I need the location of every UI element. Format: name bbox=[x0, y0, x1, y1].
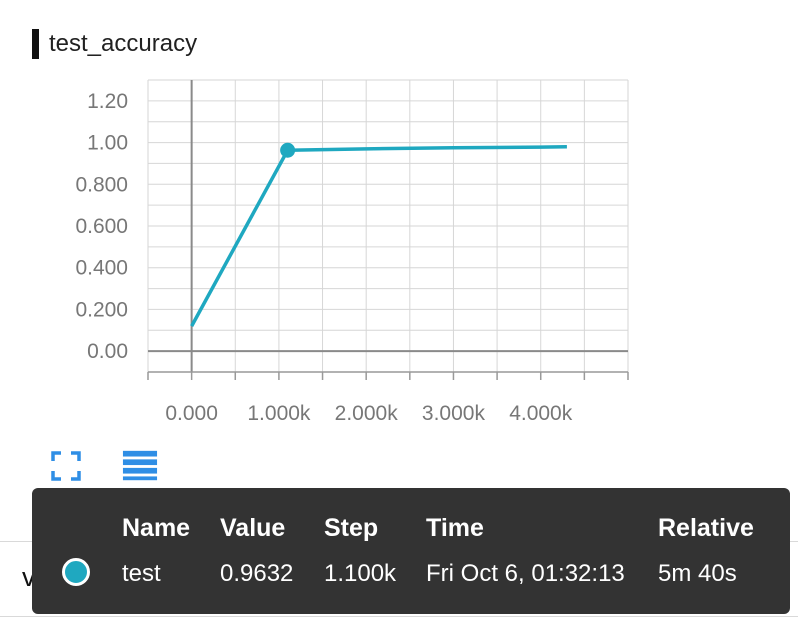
row-name: test bbox=[122, 560, 161, 587]
list-icon bbox=[122, 450, 158, 481]
x-tick-label: 4.000k bbox=[509, 402, 573, 425]
series-line-test bbox=[190, 144, 567, 327]
y-tick-label: 0.600 bbox=[75, 215, 128, 238]
line-chart[interactable]: 0.00 0.200 0.400 0.600 0.800 1.00 1.20 0.000 1.0… bbox=[0, 70, 798, 430]
header-time: Time bbox=[426, 514, 484, 542]
row-step: 1.100k bbox=[324, 560, 397, 587]
value-tooltip: Name Value Step Time Relative test 0.963… bbox=[32, 488, 790, 614]
chart-controls bbox=[48, 448, 158, 484]
y-tick-label: 1.00 bbox=[87, 132, 128, 155]
header-relative: Relative bbox=[658, 514, 754, 542]
fullscreen-icon bbox=[51, 451, 81, 481]
card-header: test_accuracy bbox=[32, 26, 197, 62]
row-time: Fri Oct 6, 01:32:13 bbox=[426, 560, 625, 587]
y-tick-label: 1.20 bbox=[87, 90, 128, 113]
header-name: Name bbox=[122, 514, 191, 542]
fullscreen-button[interactable] bbox=[48, 448, 84, 484]
highlighted-point bbox=[280, 142, 296, 158]
title-accent-bar bbox=[32, 29, 39, 59]
header-value: Value bbox=[220, 514, 286, 542]
y-tick-label: 0.200 bbox=[75, 298, 128, 321]
row-value: 0.9632 bbox=[220, 560, 294, 587]
x-tick-label: 1.000k bbox=[247, 402, 311, 425]
chart-title: test_accuracy bbox=[49, 30, 198, 57]
row-relative: 5m 40s bbox=[658, 560, 737, 587]
series-color-swatch bbox=[62, 558, 90, 586]
y-tick-label: 0.800 bbox=[75, 173, 128, 196]
header-step: Step bbox=[324, 514, 379, 542]
y-tick-label: 0.400 bbox=[75, 257, 128, 280]
x-tick-label: 2.000k bbox=[335, 402, 399, 425]
x-tick-label: 3.000k bbox=[422, 402, 486, 425]
data-selector-button[interactable] bbox=[122, 448, 158, 484]
y-tick-label: 0.00 bbox=[87, 340, 128, 363]
card-divider bbox=[0, 616, 798, 617]
x-tick-label: 0.000 bbox=[165, 402, 218, 425]
